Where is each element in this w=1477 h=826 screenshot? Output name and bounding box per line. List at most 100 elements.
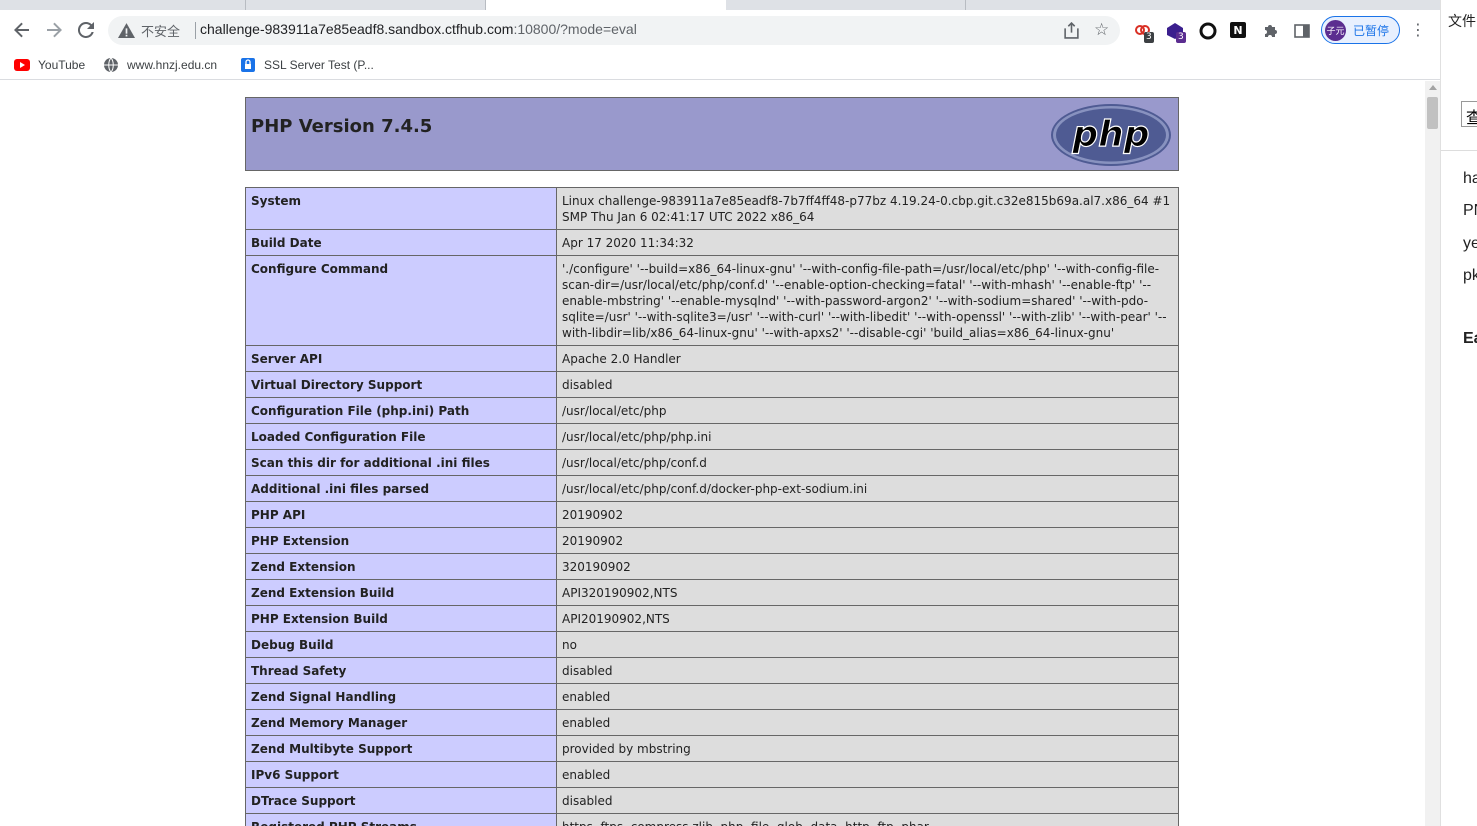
row-key: Zend Multibyte Support bbox=[245, 735, 557, 762]
scroll-thumb[interactable] bbox=[1427, 97, 1438, 129]
share-icon[interactable] bbox=[1063, 22, 1080, 39]
profile-button[interactable]: 子元 已暂停 bbox=[1321, 16, 1400, 44]
bookmark-label: YouTube bbox=[38, 58, 86, 72]
row-value: 20190902 bbox=[556, 501, 1179, 528]
scrollbar[interactable] bbox=[1425, 81, 1440, 826]
row-value: https, ftps, compress.zlib, php, file, g… bbox=[556, 813, 1179, 826]
forward-arrow-icon bbox=[47, 22, 62, 38]
table-row: Zend Multibyte Support provided by mbstri… bbox=[245, 735, 1179, 762]
row-key: Server API bbox=[245, 345, 557, 372]
row-key: Build Date bbox=[245, 229, 557, 256]
window-menu-label[interactable]: 文件 bbox=[1448, 11, 1476, 31]
row-value: provided by mbstring bbox=[556, 735, 1179, 762]
tab[interactable] bbox=[246, 0, 486, 10]
text-fragment: ye bbox=[1463, 235, 1477, 252]
table-row: Server API Apache 2.0 Handler bbox=[245, 345, 1179, 372]
background-window: 文件 查 ha PN ye pk Ea bbox=[1440, 0, 1477, 826]
row-key: Debug Build bbox=[245, 631, 557, 658]
profile-status: 已暂停 bbox=[1353, 24, 1390, 38]
divider bbox=[195, 22, 196, 39]
row-key: Virtual Directory Support bbox=[245, 371, 557, 398]
row-value: './configure' '--build=x86_64-linux-gnu'… bbox=[556, 255, 1179, 346]
row-value: disabled bbox=[556, 787, 1179, 814]
row-value: /usr/local/etc/php/conf.d/docker-php-ext… bbox=[556, 475, 1179, 502]
url-host: challenge-983911a7e85eadf8.sandbox.ctfhu… bbox=[200, 21, 514, 37]
text-fragment: Ea bbox=[1463, 330, 1477, 347]
side-panel-button[interactable] bbox=[1293, 22, 1311, 40]
url-path: :10800/?mode=eval bbox=[513, 21, 637, 37]
row-value: /usr/local/etc/php bbox=[556, 397, 1179, 424]
bookmark-ssl-test[interactable]: SSL Server Test (P... bbox=[240, 56, 374, 74]
row-value: 20190902 bbox=[556, 527, 1179, 554]
bookmark-label: www.hnzj.edu.cn bbox=[127, 58, 218, 72]
text-fragment: ha bbox=[1463, 170, 1477, 187]
extension-icon[interactable]: 3 bbox=[1134, 22, 1154, 43]
row-key: System bbox=[245, 187, 557, 230]
table-row: DTrace Support disabled bbox=[245, 787, 1179, 814]
warning-icon[interactable] bbox=[118, 22, 135, 39]
extension-icon[interactable]: 3 bbox=[1166, 22, 1186, 43]
scroll-up-arrow[interactable] bbox=[1429, 85, 1437, 90]
row-key: Loaded Configuration File bbox=[245, 423, 557, 450]
row-value: API320190902,NTS bbox=[556, 579, 1179, 606]
toolbar: 不安全 challenge-983911a7e85eadf8.sandbox.c… bbox=[0, 10, 1440, 50]
row-key: Zend Memory Manager bbox=[245, 709, 557, 736]
puzzle-icon bbox=[1265, 25, 1277, 37]
row-key: DTrace Support bbox=[245, 787, 557, 814]
table-row: Zend Extension Build API320190902,NTS bbox=[245, 579, 1179, 606]
table-row: Registered PHP Streamshttps, ftps, compr… bbox=[245, 813, 1179, 826]
extension-badge: 3 bbox=[1144, 32, 1154, 43]
bookmark-star-icon[interactable]: ☆ bbox=[1094, 20, 1109, 40]
table-row: Scan this dir for additional .ini files /… bbox=[245, 449, 1179, 476]
page-title: PHP Version 7.4.5 bbox=[251, 116, 433, 137]
bookmark-youtube[interactable]: YouTube bbox=[14, 56, 85, 74]
avatar: 子元 bbox=[1325, 20, 1346, 41]
menu-icon[interactable]: ⋮ bbox=[1410, 20, 1426, 39]
forward-button[interactable] bbox=[40, 16, 68, 44]
tab-active[interactable] bbox=[486, 0, 726, 10]
tab-strip bbox=[0, 0, 1440, 10]
extensions-button[interactable] bbox=[1262, 22, 1280, 40]
php-logo[interactable]: php bbox=[1050, 103, 1172, 167]
address-bar[interactable]: 不安全 challenge-983911a7e85eadf8.sandbox.c… bbox=[108, 16, 1120, 45]
table-row: Virtual Directory Support disabled bbox=[245, 371, 1179, 398]
row-value: disabled bbox=[556, 371, 1179, 398]
text-fragment: PN bbox=[1463, 202, 1477, 219]
row-value: disabled bbox=[556, 657, 1179, 684]
extension-badge: 3 bbox=[1176, 32, 1186, 43]
table-row: Build Date Apr 17 2020 11:34:32 bbox=[245, 229, 1179, 256]
back-button[interactable] bbox=[8, 16, 36, 44]
row-key: Registered PHP Streams bbox=[245, 813, 557, 826]
bookmark-label: SSL Server Test (P... bbox=[264, 58, 374, 72]
row-value: /usr/local/etc/php/conf.d bbox=[556, 449, 1179, 476]
bookmarks-bar: YouTube www.hnzj.edu.cn SSL Server Test … bbox=[0, 50, 1440, 80]
table-row: PHP Extension 20190902 bbox=[245, 527, 1179, 554]
table-row: Zend Signal Handling enabled bbox=[245, 683, 1179, 710]
side-panel-icon bbox=[1294, 24, 1310, 38]
bookmark-hnzj[interactable]: www.hnzj.edu.cn bbox=[103, 56, 217, 74]
reload-button[interactable] bbox=[72, 16, 100, 44]
row-key: PHP Extension bbox=[245, 527, 557, 554]
extension-icon[interactable] bbox=[1199, 22, 1217, 40]
tab[interactable] bbox=[726, 0, 966, 10]
row-value: /usr/local/etc/php/php.ini bbox=[556, 423, 1179, 450]
ssl-lock-icon bbox=[240, 57, 256, 73]
row-key: Zend Signal Handling bbox=[245, 683, 557, 710]
extension-icon[interactable]: N bbox=[1230, 22, 1248, 40]
row-value: no bbox=[556, 631, 1179, 658]
row-key: PHP Extension Build bbox=[245, 605, 557, 632]
url-text[interactable]: challenge-983911a7e85eadf8.sandbox.ctfhu… bbox=[200, 21, 637, 37]
logo-text: php bbox=[1071, 114, 1149, 155]
globe-icon bbox=[103, 57, 119, 73]
phpinfo: PHP Version 7.4.5 php System Linux challe… bbox=[245, 97, 1179, 826]
security-label[interactable]: 不安全 bbox=[141, 21, 180, 40]
row-key: Thread Safety bbox=[245, 657, 557, 684]
table-row: Zend Memory Manager enabled bbox=[245, 709, 1179, 736]
table-row: PHP API 20190902 bbox=[245, 501, 1179, 528]
tab[interactable] bbox=[0, 0, 246, 10]
search-box[interactable]: 查 bbox=[1461, 101, 1477, 127]
row-key: Configuration File (php.ini) Path bbox=[245, 397, 557, 424]
info-table: System Linux challenge-983911a7e85eadf8-7… bbox=[245, 187, 1179, 826]
back-arrow-icon bbox=[14, 22, 29, 38]
circle-extension-icon bbox=[1199, 22, 1217, 40]
